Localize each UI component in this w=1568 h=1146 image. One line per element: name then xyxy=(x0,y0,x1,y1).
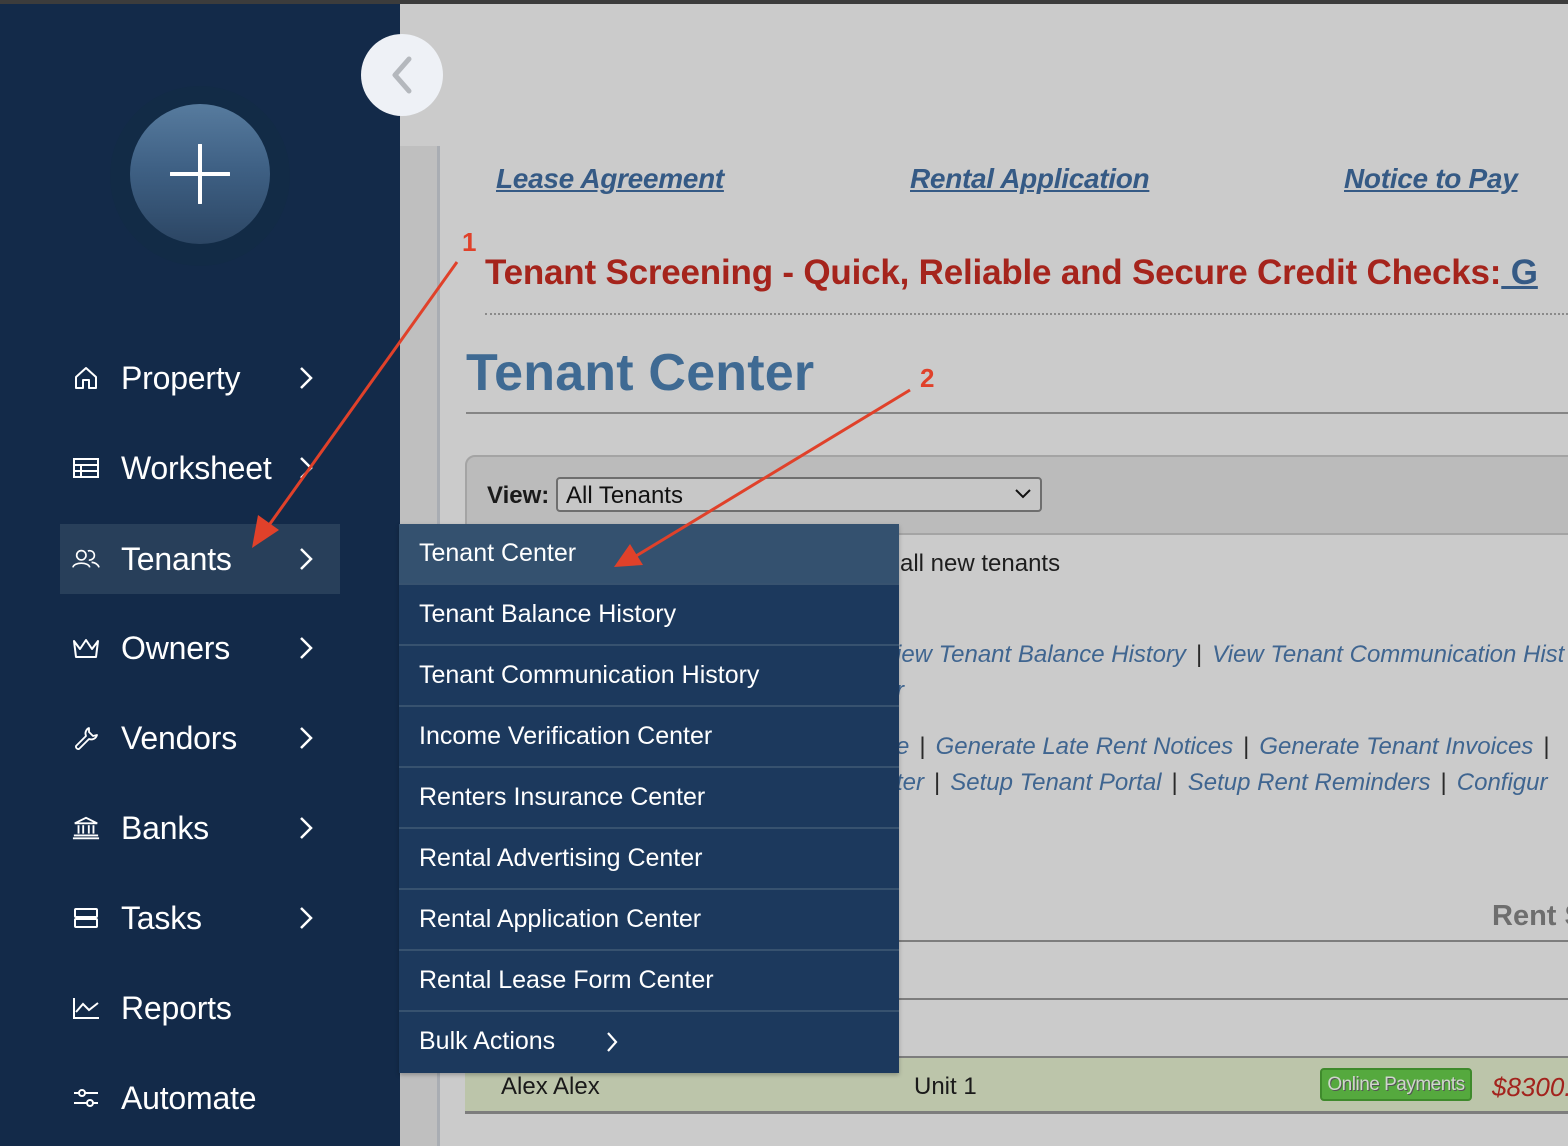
page-title: Tenant Center xyxy=(466,344,815,402)
setup-tenant-portal-link[interactable]: Setup Tenant Portal xyxy=(950,769,1161,796)
tenant-links-row-2: e | Generate Late Rent Notices | Generate Te… xyxy=(896,733,1560,761)
tenant-unit: Unit 1 xyxy=(914,1073,977,1100)
view-select[interactable]: All Tenants xyxy=(556,477,1042,512)
sidebar-item-owners[interactable]: Owners xyxy=(60,613,340,683)
chevron-right-icon xyxy=(300,637,313,659)
notice-to-pay-link[interactable]: Notice to Pay xyxy=(1344,163,1518,195)
chart-line-icon xyxy=(72,994,100,1022)
sidebar-item-tasks[interactable]: Tasks xyxy=(60,883,340,953)
submenu-item-label: Tenant Balance History xyxy=(419,600,677,628)
sidebar-item-label: Vendors xyxy=(121,719,238,756)
submenu-item-rental-application-center[interactable]: Rental Application Center xyxy=(399,890,899,951)
crown-icon xyxy=(72,634,100,662)
stack-icon xyxy=(72,904,100,932)
separator: | xyxy=(919,733,926,760)
sidebar-item-tenants[interactable]: Tenants xyxy=(60,524,340,594)
chevron-left-icon xyxy=(392,56,412,94)
separator: | xyxy=(1440,769,1447,796)
annotation-number-2: 2 xyxy=(920,363,935,393)
collapse-sidebar-button[interactable] xyxy=(361,34,443,116)
submenu-item-tenant-balance-history[interactable]: Tenant Balance History xyxy=(399,585,899,646)
chevron-right-icon xyxy=(300,457,313,479)
submenu-item-tenant-communication-history[interactable]: Tenant Communication History xyxy=(399,646,899,707)
sidebar-item-reports[interactable]: Reports xyxy=(60,973,340,1043)
sidebar-item-automate[interactable]: Automate xyxy=(60,1063,340,1133)
bank-icon xyxy=(72,814,100,842)
users-icon xyxy=(72,545,100,573)
sidebar-item-banks[interactable]: Banks xyxy=(60,793,340,863)
separator: | xyxy=(1171,769,1178,796)
sidebar-item-label: Tasks xyxy=(121,899,202,936)
online-payments-badge[interactable]: Online Payments xyxy=(1320,1068,1472,1101)
tenant-links-row-1: iew Tenant Balance History | View Tenant C… xyxy=(896,641,1564,669)
chevron-down-icon xyxy=(1015,489,1031,499)
submenu-item-label: Rental Advertising Center xyxy=(419,844,703,872)
submenu-item-label: Rental Application Center xyxy=(419,905,702,933)
view-tenant-balance-history-link[interactable]: iew Tenant Balance History xyxy=(896,641,1186,668)
tenant-name[interactable]: Alex Alex xyxy=(501,1073,600,1101)
chevron-right-icon xyxy=(300,548,313,570)
submenu-item-rental-lease-form-center[interactable]: Rental Lease Form Center xyxy=(399,951,899,1012)
view-tenant-communication-history-link[interactable]: View Tenant Communication Hist xyxy=(1212,641,1564,668)
separator: | xyxy=(1243,733,1250,760)
sidebar-item-label: Reports xyxy=(121,989,232,1026)
separator: | xyxy=(1543,733,1550,760)
chevron-right-icon xyxy=(300,907,313,929)
wrench-icon xyxy=(72,724,100,752)
sidebar-item-label: Automate xyxy=(121,1079,257,1116)
submenu-item-label: Bulk Actions xyxy=(419,1027,556,1055)
chevron-right-icon xyxy=(300,367,313,389)
separator: | xyxy=(934,769,941,796)
submenu-item-label: Renters Insurance Center xyxy=(419,783,706,811)
window-top-bar xyxy=(0,0,1568,4)
tenant-links-row-3: ter | Setup Tenant Portal | Setup Rent Remin… xyxy=(896,769,1548,797)
generate-late-rent-notices-link[interactable]: Generate Late Rent Notices xyxy=(936,733,1234,760)
home-icon xyxy=(72,364,100,392)
submenu-item-tenant-center[interactable]: Tenant Center xyxy=(399,524,899,585)
submenu-item-label: Income Verification Center xyxy=(419,722,713,750)
lease-agreement-link[interactable]: Lease Agreement xyxy=(496,163,724,195)
promo-text: Tenant Screening - Quick, Reliable and S… xyxy=(485,253,1502,292)
sidebar-item-label: Owners xyxy=(121,629,231,666)
chevron-right-icon xyxy=(607,1032,618,1052)
promo-link[interactable]: G xyxy=(1501,253,1538,292)
tenant-screening-promo: Tenant Screening - Quick, Reliable and S… xyxy=(485,253,1538,293)
rent-status-column-header: Rent S xyxy=(1492,900,1568,932)
setup-rent-reminders-link[interactable]: Setup Rent Reminders xyxy=(1188,769,1431,796)
annotation-number-1: 1 xyxy=(462,227,477,257)
add-button[interactable] xyxy=(130,104,270,244)
tenant-link-fragment[interactable]: ter xyxy=(896,769,924,796)
sliders-icon xyxy=(72,1084,100,1112)
tenants-submenu: Tenant Center Tenant Balance History Ten… xyxy=(399,524,899,1073)
submenu-item-bulk-actions[interactable]: Bulk Actions xyxy=(399,1012,899,1073)
table-icon xyxy=(72,454,100,482)
generate-tenant-invoices-link[interactable]: Generate Tenant Invoices xyxy=(1259,733,1533,760)
submenu-item-income-verification-center[interactable]: Income Verification Center xyxy=(399,707,899,768)
sidebar: Property Worksheet Tenants Owners Vendor… xyxy=(0,4,400,1146)
sidebar-item-label: Worksheet xyxy=(121,449,272,486)
submenu-item-label: Tenant Center xyxy=(419,539,577,567)
view-label: View: xyxy=(487,482,550,509)
sidebar-item-worksheet[interactable]: Worksheet xyxy=(60,433,340,503)
submenu-item-label: Tenant Communication History xyxy=(419,661,760,689)
dotted-divider xyxy=(485,313,1568,315)
submenu-item-rental-advertising-center[interactable]: Rental Advertising Center xyxy=(399,829,899,890)
sidebar-item-property[interactable]: Property xyxy=(60,343,340,413)
plus-icon xyxy=(170,144,230,204)
configure-link[interactable]: Configur xyxy=(1457,769,1548,796)
view-selected-value: All Tenants xyxy=(566,482,683,509)
chevron-right-icon xyxy=(300,727,313,749)
sidebar-item-label: Banks xyxy=(121,809,209,846)
submenu-item-label: Rental Lease Form Center xyxy=(419,966,714,994)
rental-application-link[interactable]: Rental Application xyxy=(910,163,1150,195)
chevron-right-icon xyxy=(300,817,313,839)
sidebar-item-vendors[interactable]: Vendors xyxy=(60,703,340,773)
sidebar-item-label: Property xyxy=(121,359,241,396)
title-divider xyxy=(466,412,1568,414)
submenu-item-renters-insurance-center[interactable]: Renters Insurance Center xyxy=(399,768,899,829)
tenant-balance-amount: $8300.0 xyxy=(1492,1072,1568,1102)
new-tenants-text: all new tenants xyxy=(900,550,1061,577)
separator: | xyxy=(1195,641,1203,668)
sidebar-item-label: Tenants xyxy=(121,540,232,577)
